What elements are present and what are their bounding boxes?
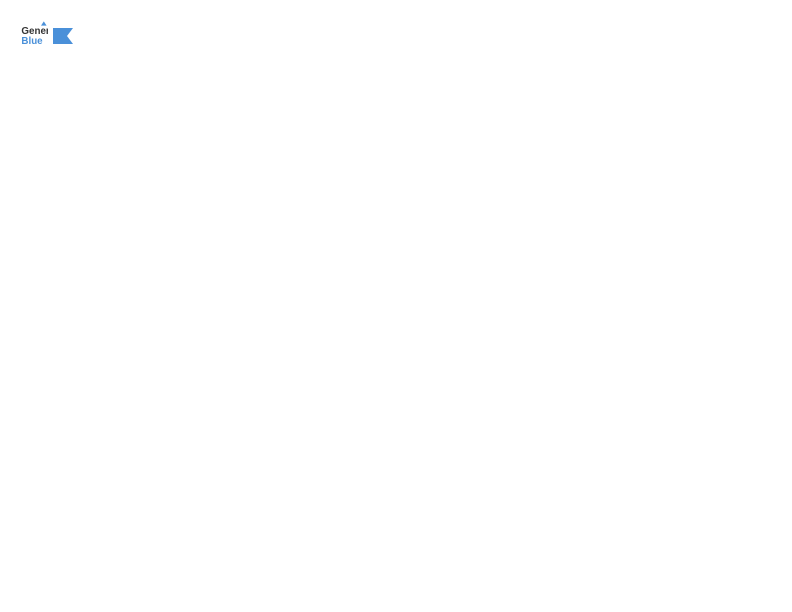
logo-flag-icon xyxy=(53,28,73,44)
svg-text:Blue: Blue xyxy=(21,36,43,47)
header: General Blue xyxy=(20,20,772,48)
logo: General Blue xyxy=(20,20,74,48)
logo-icon: General Blue xyxy=(20,20,48,48)
